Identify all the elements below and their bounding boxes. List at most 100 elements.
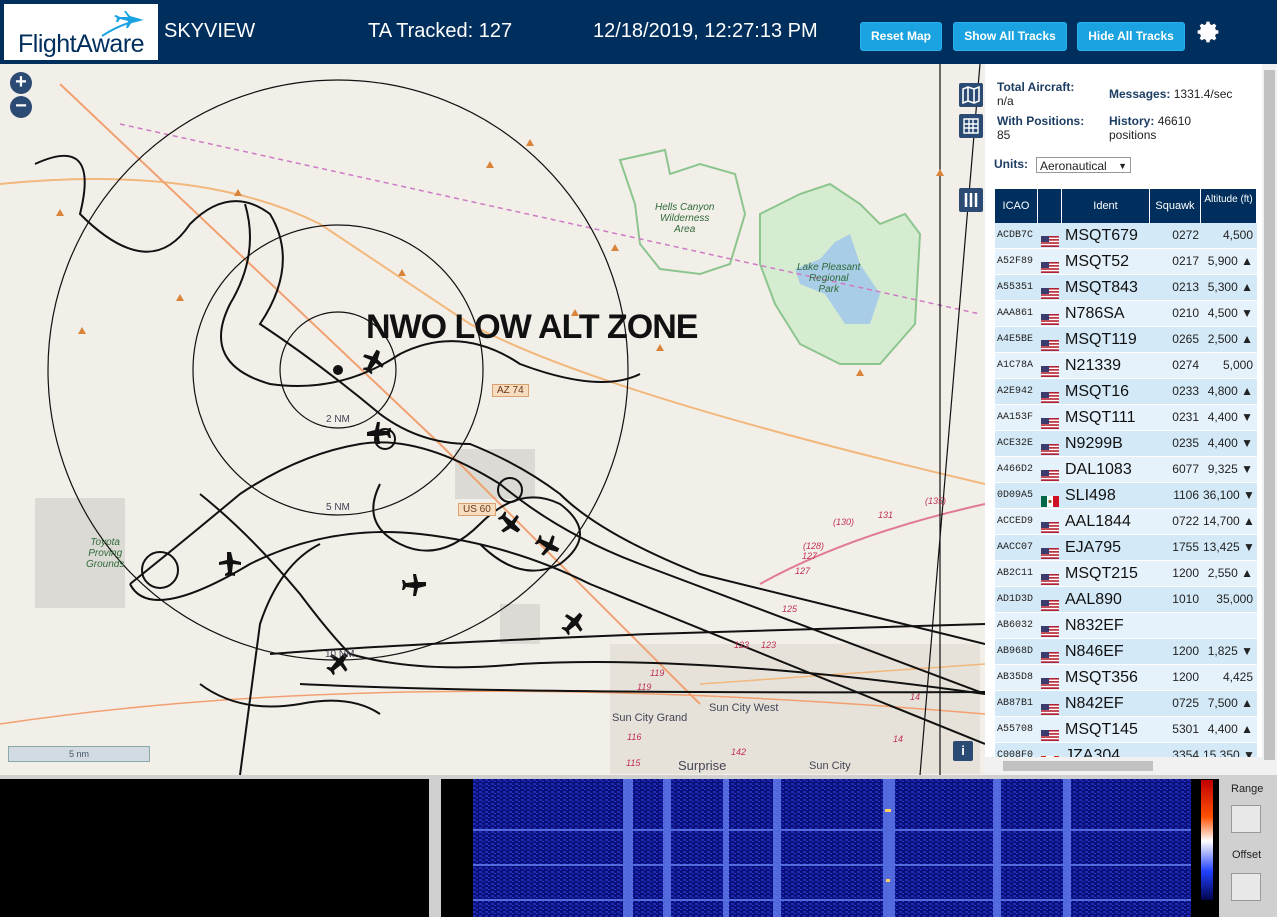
messages-stat: Messages: 1331.4/sec [1109,87,1232,101]
altitude-cell: 7,500 ▲ [1207,696,1253,710]
altitude-cell: 5,300 ▲ [1207,280,1253,294]
table-row[interactable]: A55351 MSQT843 0213 5,300 ▲ [995,275,1257,301]
color-scale-bar [1201,780,1213,900]
table-row[interactable]: AAA861 N786SA 0210 4,500 ▼ [995,301,1257,327]
route-number: 142 [731,747,747,757]
table-row[interactable]: AA153F MSQT111 0231 4,400 ▼ [995,405,1257,431]
table-row[interactable]: A4E5BE MSQT119 0265 2,500 ▲ [995,327,1257,353]
hide-all-tracks-button[interactable]: Hide All Tracks [1077,22,1185,51]
spectrum-panel: Range Offset [0,775,1277,917]
zoom-in-button[interactable]: + [10,72,32,94]
icao-cell: AD1D3D [997,594,1034,605]
show-all-tracks-button[interactable]: Show All Tracks [953,22,1067,51]
offset-label: Offset [1232,849,1262,861]
table-row[interactable]: ACCED9 AAL1844 0722 14,700 ▲ [995,509,1257,535]
squawk-cell: 1010 [1172,592,1199,606]
icao-cell: A55351 [997,282,1034,293]
ident-cell: AAL890 [1065,591,1122,608]
ident-cell: EJA795 [1065,539,1122,556]
altitude-cell: 35,000 [1216,592,1253,606]
map-canvas[interactable]: + − NWO LOW ALT ZONE 2 NM 5 NM 10 NM AZ … [0,64,985,775]
route-number: (130) [833,517,855,527]
squawk-cell [1155,613,1199,638]
park-label-lake-pleasant: Lake Pleasant Regional Park [797,262,861,295]
scroll-thumb[interactable] [1264,70,1275,760]
icao-cell: A2E942 [997,386,1034,397]
history-label: History: [1109,114,1155,128]
table-row[interactable]: AB2C11 MSQT215 1200 2,550 ▲ [995,561,1257,587]
zoom-out-button[interactable]: − [10,96,32,118]
squawk-cell: 0235 [1172,436,1199,450]
table-row[interactable]: A1C78A N21339 0274 5,000 [995,353,1257,379]
squawk-cell: 0265 [1172,332,1199,346]
squawk-cell: 1200 [1172,644,1199,658]
history-unit: positions [1109,128,1157,142]
col-flag[interactable] [1038,189,1062,223]
icao-cell: ACCED9 [997,516,1034,527]
flag-icon [1041,568,1059,585]
route-number: (135) [925,496,947,506]
altitude-cell: 4,400 ▼ [1207,436,1253,450]
table-row[interactable]: AACC07 EJA795 1755 13,425 ▼ [995,535,1257,561]
table-row[interactable]: A2E942 MSQT16 0233 4,800 ▲ [995,379,1257,405]
sidebar-vertical-scrollbar[interactable] [1262,64,1277,775]
ident-cell: MSQT119 [1065,331,1137,348]
ident-cell: N846EF [1065,643,1124,660]
icao-cell: AB2C11 [997,568,1034,579]
grid-icon[interactable] [959,114,983,138]
units-select[interactable]: Aeronautical ▼ [1036,157,1131,173]
site-name: SKYVIEW [164,20,256,42]
units-select-value: Aeronautical [1040,159,1107,173]
sidebar-horizontal-scrollbar[interactable] [985,757,1262,775]
map-layer-icon[interactable] [959,83,983,107]
route-number: 127 [802,551,818,561]
park-label-toyota: Toyota Proving Grounds [86,537,125,570]
columns-icon[interactable] [959,188,983,212]
route-number: 14 [910,692,921,702]
ident-cell: DAL1083 [1065,461,1132,478]
col-altitude[interactable]: Altitude (ft) [1201,189,1257,223]
ident-cell: N21339 [1065,357,1122,374]
waterfall-display [473,779,1191,917]
table-row[interactable]: AD1D3D AAL890 1010 35,000 [995,587,1257,613]
table-row[interactable]: AB35D8 MSQT356 1200 4,425 [995,665,1257,691]
altitude-cell: 36,100 ▼ [1203,488,1255,502]
ident-cell: MSQT145 [1065,721,1138,738]
reset-map-button[interactable]: Reset Map [860,22,942,51]
place-sun-city-west: Sun City West [709,702,779,714]
ident-cell: MSQT679 [1065,227,1138,244]
altitude-cell: 5,000 [1222,358,1253,372]
range-control[interactable] [1231,805,1261,833]
info-button[interactable]: i [953,741,973,761]
altitude-cell: 4,500 ▼ [1207,306,1253,320]
gear-icon[interactable] [1196,20,1220,44]
squawk-cell: 1755 [1172,540,1199,554]
icao-cell: A55708 [997,724,1034,735]
scroll-thumb[interactable] [1003,761,1153,771]
route-number: 125 [782,604,798,614]
table-row[interactable]: ACDB7C MSQT679 0272 4,500 [995,223,1257,249]
squawk-cell: 1200 [1172,670,1199,684]
top-header: FlightAware SKYVIEW TA Tracked: 127 12/1… [0,0,1277,66]
table-row[interactable]: AB968D N846EF 1200 1,825 ▼ [995,639,1257,665]
table-row[interactable]: AB87B1 N842EF 0725 7,500 ▲ [995,691,1257,717]
col-ident[interactable]: Ident [1062,189,1150,223]
flightaware-logo[interactable]: FlightAware [4,4,158,60]
ident-cell: SLI498 [1065,487,1116,504]
altitude-cell: 4,400 ▼ [1207,410,1253,424]
route-number: 123 [761,640,777,650]
table-row[interactable]: 0D09A5 SLI498 1106 36,100 ▼ [995,483,1257,509]
spectrum-waterfall[interactable] [441,779,1219,917]
offset-control[interactable] [1231,873,1261,901]
table-row[interactable]: AB6032 N832EF [995,613,1257,639]
place-surprise: Surprise [678,758,727,773]
flag-icon [1041,438,1059,455]
col-squawk[interactable]: Squawk [1150,189,1201,223]
altitude-cell: 4,400 ▲ [1207,722,1253,736]
table-row[interactable]: ACE32E N9299B 0235 4,400 ▼ [995,431,1257,457]
table-row[interactable]: A52F89 MSQT52 0217 5,900 ▲ [995,249,1257,275]
squawk-cell: 0231 [1172,410,1199,424]
table-row[interactable]: A55708 MSQT145 5301 4,400 ▲ [995,717,1257,743]
col-icao[interactable]: ICAO [995,189,1038,223]
table-row[interactable]: A466D2 DAL1083 6077 9,325 ▼ [995,457,1257,483]
